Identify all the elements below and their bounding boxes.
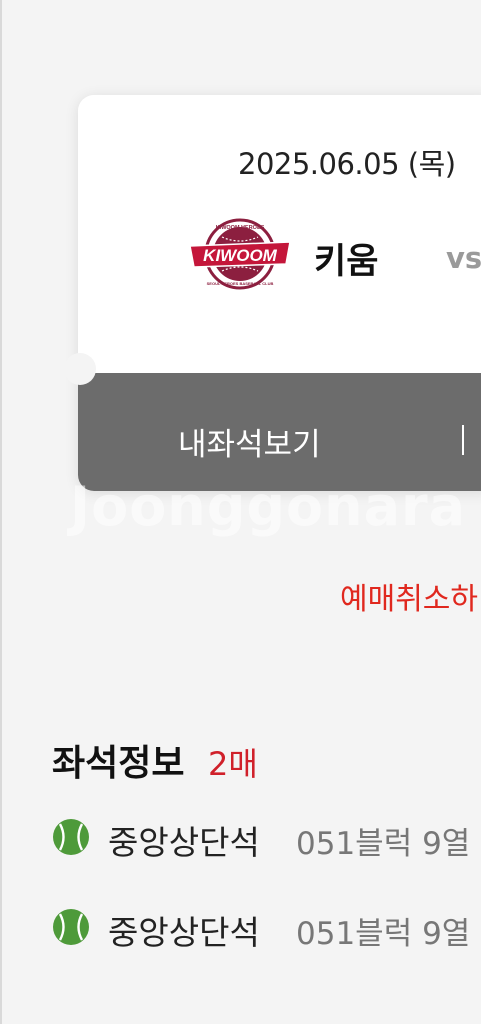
logo-main-text: KIWOOM xyxy=(203,246,277,265)
logo-bottom-text: SEOUL HEROES BASEBALL CLUB xyxy=(207,281,274,286)
seat-count: 2매 xyxy=(208,745,258,783)
seat-section: 중앙상단석 xyxy=(108,913,260,952)
seat-detail: 051블럭 9열 xyxy=(296,826,471,862)
ticket-notch xyxy=(64,353,96,385)
seat-section: 중앙상단석 xyxy=(108,823,260,862)
actions-divider xyxy=(462,425,464,455)
view-my-seat-button[interactable]: 내좌석보기 xyxy=(178,419,321,464)
home-team-name: 키움 xyxy=(314,242,379,282)
logo-top-text: KIWOOM HEROES xyxy=(216,225,265,231)
ticket-info-section: 2025.06.05 (목) KIWOOM KIWOOM HEROES SEOU… xyxy=(78,95,481,373)
seat-row: 중앙상단석 051블럭 9열 xyxy=(0,816,481,866)
ticket-detail-page: 2025.06.05 (목) KIWOOM KIWOOM HEROES SEOU… xyxy=(0,0,481,1024)
seat-info-heading: 좌석정보 xyxy=(52,743,185,784)
ticket-card: 2025.06.05 (목) KIWOOM KIWOOM HEROES SEOU… xyxy=(78,95,481,491)
seat-detail: 051블럭 9열 xyxy=(296,916,471,952)
cancel-booking-link[interactable]: 예매취소하 xyxy=(340,574,478,618)
game-date: 2025.06.05 (목) xyxy=(238,147,456,181)
baseball-icon xyxy=(53,909,89,945)
kiwoom-heroes-logo: KIWOOM KIWOOM HEROES SEOUL HEROES BASEBA… xyxy=(189,218,291,290)
vs-label: vs xyxy=(446,241,481,275)
baseball-icon xyxy=(53,819,89,855)
seat-row: 중앙상단석 051블럭 9열 xyxy=(0,906,481,956)
screen-edge xyxy=(0,0,2,1024)
watermark: Joonggonara xyxy=(70,475,467,538)
